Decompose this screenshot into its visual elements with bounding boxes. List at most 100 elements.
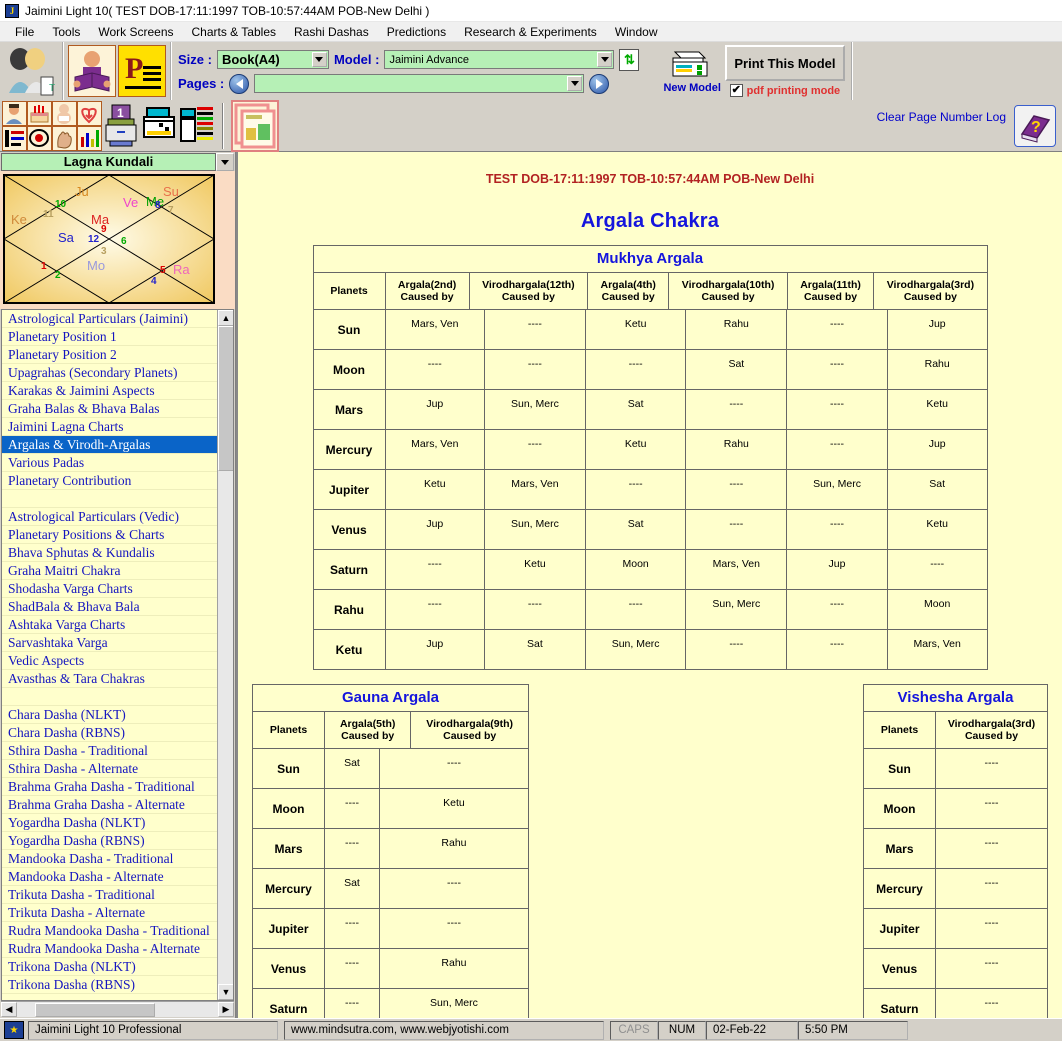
scroll-right-button[interactable]: ▶ xyxy=(218,1002,234,1017)
previous-page-button[interactable] xyxy=(229,73,250,94)
planet-name-cell: Jupiter xyxy=(252,908,325,949)
argala-value-cell: Sun, Merc xyxy=(584,629,687,670)
sidebar-item[interactable]: Brahma Graha Dasha - Traditional xyxy=(2,778,217,796)
sidebar-item[interactable]: Planetary Position 1 xyxy=(2,328,217,346)
sidebar-item[interactable]: Rudra Mandooka Dasha - Alternate xyxy=(2,940,217,958)
sidebar-item[interactable]: Planetary Contribution xyxy=(2,472,217,490)
sidebar-item[interactable]: Rudra Mandooka Dasha - Traditional xyxy=(2,922,217,940)
argala-value-cell: Ketu xyxy=(378,788,530,829)
report-list[interactable]: Astrological Particulars (Jaimini) Planet… xyxy=(1,309,234,1001)
baby-icon[interactable] xyxy=(52,100,77,126)
sidebar-item[interactable]: Yogardha Dasha (RBNS) xyxy=(2,832,217,850)
p-document-icon[interactable]: P xyxy=(118,45,166,97)
sidebar-item[interactable]: Chara Dasha (NLKT) xyxy=(2,706,217,724)
argala-value-cell: ---- xyxy=(786,509,888,550)
scroll-up-button[interactable]: ▲ xyxy=(218,310,233,326)
sidebar-item[interactable]: Karakas & Jaimini Aspects xyxy=(2,382,217,400)
sidebar-item[interactable]: Jaimini Lagna Charts xyxy=(2,418,217,436)
svg-text:8: 8 xyxy=(155,200,161,211)
sidebar-item[interactable]: Sthira Dasha - Traditional xyxy=(2,742,217,760)
sidebar-item[interactable]: Brahma Graha Dasha - Alternate xyxy=(2,796,217,814)
argala-value-cell: ---- xyxy=(685,629,788,670)
target-gem-icon[interactable] xyxy=(27,125,52,151)
scroll-down-button[interactable]: ▼ xyxy=(218,984,233,1000)
sidebar-item[interactable]: ShadBala & Bhava Bala xyxy=(2,598,217,616)
vishesha-argala-section: Vishesha Argala Planets Virodhargala(3rd)… xyxy=(863,684,1048,1018)
two-people-icon[interactable]: T xyxy=(5,45,57,97)
sidebar-item[interactable]: Planetary Positions & Charts xyxy=(2,526,217,544)
next-page-button[interactable] xyxy=(589,73,610,94)
model-label: Model : xyxy=(333,52,380,67)
menu-item-file[interactable]: File xyxy=(6,23,43,41)
reader-icon[interactable] xyxy=(68,45,116,97)
list-vertical-scrollbar[interactable]: ▲ ▼ xyxy=(217,310,233,1000)
menu-item-window[interactable]: Window xyxy=(606,23,667,41)
new-model-printer-icon[interactable] xyxy=(669,48,715,82)
sidebar-item[interactable]: Sthira Dasha - Alternate xyxy=(2,760,217,778)
sidebar-item[interactable]: Planetary Position 2 xyxy=(2,346,217,364)
planet-name-cell: Venus xyxy=(252,948,325,989)
chevron-down-icon[interactable] xyxy=(597,52,613,67)
sidebar-item[interactable]: Trikona Dasha (RBNS) xyxy=(2,976,217,994)
scroll-thumb[interactable] xyxy=(218,326,233,471)
planet-name-cell: Saturn xyxy=(863,988,936,1018)
lagna-kundali-chart[interactable]: Ju Su Me Ve Ke Ma Sa Mo Ra 1 2 3 4 5 6 7 xyxy=(0,171,235,309)
sidebar-item[interactable]: Trikuta Dasha - Traditional xyxy=(2,886,217,904)
sidebar-item[interactable]: Shodasha Varga Charts xyxy=(2,580,217,598)
birthday-cake-icon[interactable] xyxy=(27,100,52,126)
sidebar-item[interactable]: Bhava Sphutas & Kundalis xyxy=(2,544,217,562)
hand-palm-icon[interactable] xyxy=(52,125,77,151)
kundali-dropdown-button[interactable] xyxy=(216,153,234,171)
sidebar-item[interactable]: Upagrahas (Secondary Planets) xyxy=(2,364,217,382)
sidebar-item[interactable]: Various Padas xyxy=(2,454,217,472)
sidebar-item[interactable]: Sarvashtaka Varga xyxy=(2,634,217,652)
color-bars-icon[interactable] xyxy=(180,103,214,149)
refresh-model-icon[interactable]: ⇅ xyxy=(619,48,640,71)
help-book-icon[interactable]: ? xyxy=(1014,105,1056,147)
clear-page-number-log-button[interactable]: Clear Page Number Log xyxy=(877,110,1006,125)
bar-chart-icon[interactable] xyxy=(77,125,102,151)
heart-icon[interactable] xyxy=(77,100,102,126)
menu-item-tools[interactable]: Tools xyxy=(43,23,89,41)
menu-item-charts-tables[interactable]: Charts & Tables xyxy=(183,23,286,41)
sidebar-item[interactable]: Chara Dasha (RBNS) xyxy=(2,724,217,742)
hscroll-thumb[interactable] xyxy=(35,1002,155,1017)
sidebar-item[interactable]: Graha Maitri Chakra xyxy=(2,562,217,580)
chevron-down-icon[interactable] xyxy=(311,52,327,67)
sidebar-item[interactable]: Astrological Particulars (Jaimini) xyxy=(2,310,217,328)
size-select[interactable]: Book(A4) xyxy=(216,50,329,69)
sidebar-item[interactable]: Argalas & Virodh-Argalas xyxy=(2,436,217,454)
chevron-down-icon[interactable] xyxy=(567,76,583,91)
list-bars-icon[interactable] xyxy=(2,125,27,151)
sidebar-item[interactable]: Avasthas & Tara Chakras xyxy=(2,670,217,688)
printer-stack-icon[interactable] xyxy=(142,103,176,149)
menu-item-research-experiments[interactable]: Research & Experiments xyxy=(455,23,606,41)
print-this-model-button[interactable]: Print This Model xyxy=(724,45,845,81)
sidebar-item[interactable]: Astrological Particulars (Vedic) xyxy=(2,508,217,526)
sidebar-item[interactable]: Vedic Aspects xyxy=(2,652,217,670)
sidebar-item[interactable]: Mandooka Dasha - Alternate xyxy=(2,868,217,886)
svg-text:Sa: Sa xyxy=(58,230,75,245)
sidebar-item[interactable]: Graha Balas & Bhava Balas xyxy=(2,400,217,418)
pdf-printing-checkbox[interactable]: ✔ xyxy=(729,84,743,97)
pages-select[interactable] xyxy=(254,74,585,93)
printer-one-icon[interactable]: 1 xyxy=(104,103,138,149)
pdf-printing-mode-row[interactable]: ✔ pdf printing mode xyxy=(729,84,840,97)
sidebar-item[interactable]: Trikuta Dasha - Alternate xyxy=(2,904,217,922)
menu-item-work-screens[interactable]: Work Screens xyxy=(89,23,182,41)
person-icon[interactable] xyxy=(2,100,27,126)
model-select[interactable]: Jaimini Advance xyxy=(384,50,615,69)
argala-value-cell: Rahu xyxy=(378,948,530,989)
scroll-left-button[interactable]: ◀ xyxy=(1,1002,17,1017)
menu-item-rashi-dashas[interactable]: Rashi Dashas xyxy=(285,23,378,41)
menu-item-predictions[interactable]: Predictions xyxy=(378,23,455,41)
new-model-label[interactable]: New Model xyxy=(663,82,720,94)
page-layout-icon[interactable] xyxy=(231,99,279,152)
list-horizontal-scrollbar[interactable]: ◀ ▶ xyxy=(1,1001,234,1017)
sidebar-item[interactable]: Trikona Dasha (NLKT) xyxy=(2,958,217,976)
table-caption-row: Mukhya Argala xyxy=(312,245,988,273)
sidebar-item[interactable]: Ashtaka Varga Charts xyxy=(2,616,217,634)
sidebar-item[interactable]: Mandooka Dasha - Traditional xyxy=(2,850,217,868)
argala-value-cell: Rahu xyxy=(378,828,530,869)
sidebar-item[interactable]: Yogardha Dasha (NLKT) xyxy=(2,814,217,832)
